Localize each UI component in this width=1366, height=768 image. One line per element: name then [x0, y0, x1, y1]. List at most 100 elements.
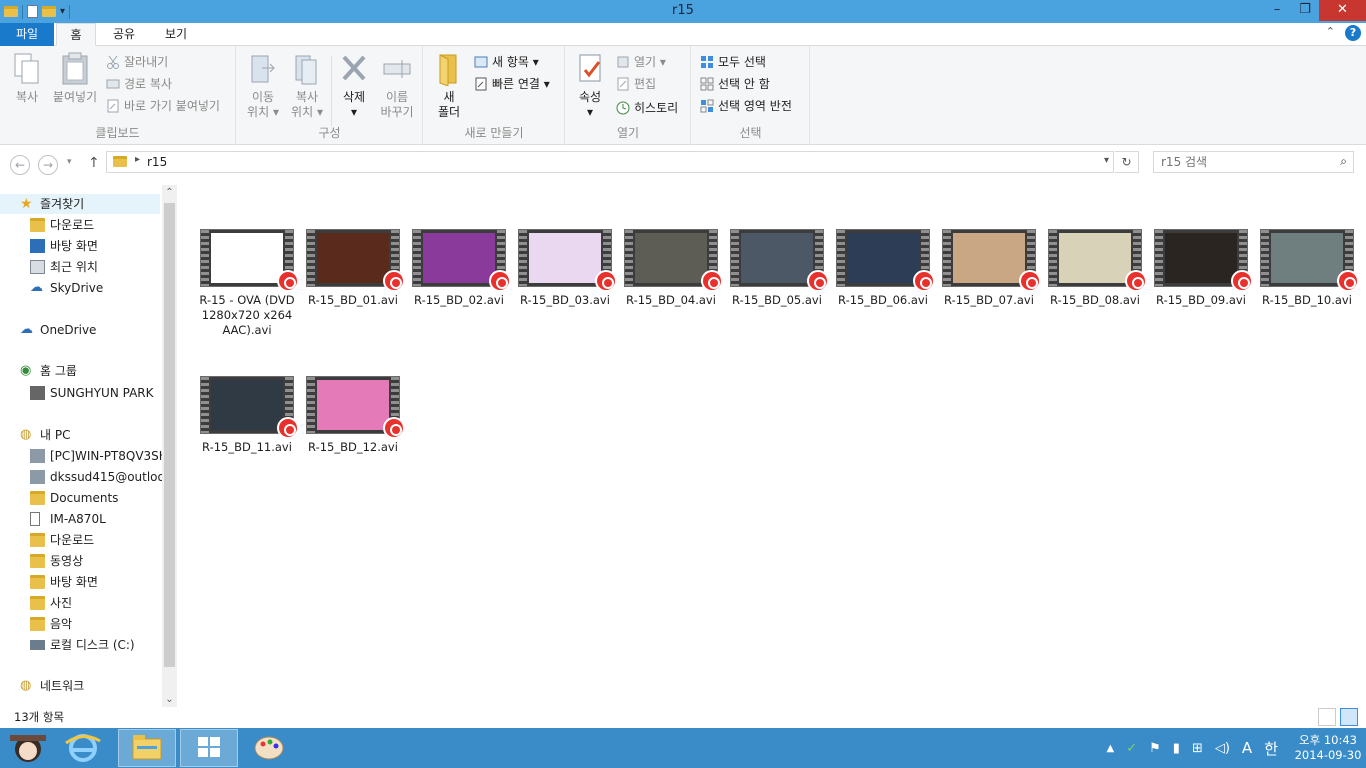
device-tray-icon[interactable]: ▮ [1173, 741, 1180, 756]
up-arrow-icon[interactable]: ↑ [88, 155, 100, 171]
close-button[interactable]: ✕ [1319, 0, 1366, 21]
file-item[interactable]: R-15_BD_01.avi [303, 229, 405, 308]
file-item[interactable]: R-15_BD_09.avi [1151, 229, 1253, 308]
nav-favorites[interactable]: ★ 즐겨찾기 [0, 194, 160, 214]
tab-view[interactable]: 보기 [156, 23, 196, 46]
ime-mode-indicator[interactable]: A [1242, 739, 1252, 757]
invert-selection-label: 선택 영역 반전 [718, 99, 792, 113]
clock[interactable]: 오후 10:43 2014-09-30 [1290, 733, 1366, 763]
invert-selection-button[interactable]: 선택 영역 반전 [698, 96, 792, 116]
nav-pc-item[interactable]: 음악 [30, 614, 162, 634]
maximize-button[interactable]: ❐ [1291, 0, 1319, 21]
file-item[interactable]: R-15 - OVA (DVD 1280x720 x264 AAC).avi [197, 229, 299, 338]
nav-onedrive[interactable]: ☁ OneDrive [20, 320, 160, 340]
tab-share[interactable]: 공유 [104, 23, 144, 46]
ribbon-collapse-icon[interactable]: ⌃ [1326, 25, 1335, 41]
start-screen-taskbar-button[interactable] [180, 729, 238, 767]
file-item[interactable]: R-15_BD_02.avi [409, 229, 511, 308]
file-item[interactable]: R-15_BD_07.avi [939, 229, 1041, 308]
delete-button[interactable]: 삭제 ▾ [335, 52, 373, 120]
file-item[interactable]: R-15_BD_05.avi [727, 229, 829, 308]
chevron-down-icon[interactable]: ▾ [1104, 155, 1109, 166]
properties-button[interactable]: 속성 ▾ [572, 52, 608, 120]
file-item[interactable]: R-15_BD_03.avi [515, 229, 617, 308]
file-item[interactable]: R-15_BD_12.avi [303, 376, 405, 455]
paste-shortcut-button[interactable]: 바로 가기 붙여넣기 [104, 96, 220, 116]
app-tray-icon[interactable]: ✓ [1126, 741, 1137, 756]
cut-button[interactable]: 잘라내기 [104, 52, 168, 72]
media-player-badge-icon [489, 270, 511, 292]
recent-locations-icon[interactable]: ▾ [67, 157, 72, 167]
show-hidden-icons-icon[interactable]: ▲ [1107, 743, 1115, 754]
details-view-icon[interactable] [1318, 708, 1336, 726]
select-none-icon [700, 77, 714, 91]
nav-fav-recent[interactable]: 최근 위치 [30, 257, 160, 277]
search-icon[interactable]: ⌕ [1340, 154, 1347, 169]
edit-button[interactable]: 편집 [614, 74, 656, 94]
nav-label: Documents [50, 491, 119, 505]
minimize-button[interactable]: – [1263, 0, 1291, 21]
easy-access-button[interactable]: 빠른 연결 ▾ [472, 74, 550, 94]
nav-pc-item[interactable]: 바탕 화면 [30, 572, 162, 592]
nav-homegroup-user[interactable]: SUNGHYUN PARK [30, 383, 160, 403]
rename-button[interactable]: 이름 바꾸기 [375, 52, 419, 120]
volume-icon[interactable]: ◁) [1215, 741, 1230, 756]
clipboard-group-label: 클립보드 [95, 126, 140, 140]
nav-this-pc[interactable]: ◍ 내 PC [20, 425, 160, 445]
scroll-thumb[interactable] [164, 203, 175, 667]
search-box[interactable]: ⌕ [1153, 151, 1354, 173]
nav-pc-item[interactable]: [PC]WIN-PT8QV3SH [30, 446, 162, 466]
scroll-up-arrow-icon[interactable]: ⌃ [162, 187, 177, 198]
nav-pc-item[interactable]: IM-A870L [30, 509, 162, 529]
open-button[interactable]: 열기 ▾ [614, 52, 666, 72]
select-none-button[interactable]: 선택 안 함 [698, 74, 770, 94]
new-folder-button[interactable]: 새 폴더 [432, 52, 466, 120]
nav-pc-item[interactable]: Documents [30, 488, 162, 508]
chevron-right-icon[interactable]: ▸ [135, 154, 140, 165]
nav-fav-desktop[interactable]: 바탕 화면 [30, 236, 160, 256]
network-tray-icon[interactable]: ⊞ [1192, 741, 1203, 756]
breadcrumb[interactable]: r15 [147, 155, 167, 169]
internet-explorer-icon[interactable] [58, 729, 116, 767]
copy-path-button[interactable]: 경로 복사 [104, 74, 172, 94]
file-item[interactable]: R-15_BD_04.avi [621, 229, 723, 308]
nav-pc-item[interactable]: 사진 [30, 593, 162, 613]
copy-to-button[interactable]: 복사 위치 ▾ [287, 52, 327, 120]
copy-button[interactable]: 복사 [8, 52, 46, 105]
large-icons-view-icon[interactable] [1340, 708, 1358, 726]
nav-homegroup[interactable]: ◉ 홈 그룹 [20, 361, 160, 381]
forward-button[interactable]: → [38, 155, 58, 175]
file-item[interactable]: R-15_BD_10.avi [1257, 229, 1359, 308]
nav-pc-item[interactable]: 로컬 디스크 (C:) [30, 635, 162, 655]
file-item[interactable]: R-15_BD_08.avi [1045, 229, 1147, 308]
scroll-down-arrow-icon[interactable]: ⌄ [162, 694, 177, 705]
file-item[interactable]: R-15_BD_06.avi [833, 229, 935, 308]
help-icon[interactable]: ? [1345, 25, 1361, 41]
address-bar[interactable]: ▸ r15 ▾ [106, 151, 1114, 173]
history-button[interactable]: 히스토리 [614, 98, 678, 118]
tab-home[interactable]: 홈 [56, 23, 96, 46]
refresh-button[interactable]: ↻ [1115, 151, 1139, 173]
nav-scrollbar[interactable]: ⌃ ⌄ [162, 185, 177, 707]
nav-fav-skydrive[interactable]: ☁ SkyDrive [30, 278, 160, 298]
new-item-button[interactable]: 새 항목 ▾ [472, 52, 539, 72]
nav-pc-item[interactable]: dkssud415@outlook [30, 467, 162, 487]
start-character-icon[interactable] [2, 729, 60, 767]
file-explorer-taskbar-button[interactable] [118, 729, 176, 767]
ime-language-indicator[interactable]: 한 [1264, 738, 1278, 759]
paint-icon[interactable] [240, 729, 298, 767]
taskbar: ▲ ✓ ⚑ ▮ ⊞ ◁) A 한 오후 10:43 2014-09-30 [0, 728, 1366, 768]
action-center-icon[interactable]: ⚑ [1149, 741, 1161, 756]
move-to-button[interactable]: 이동 위치 ▾ [243, 52, 283, 120]
tab-file[interactable]: 파일 [0, 23, 54, 46]
file-item[interactable]: R-15_BD_11.avi [197, 376, 299, 455]
search-input[interactable] [1154, 152, 1324, 172]
nav-fav-downloads[interactable]: 다운로드 [30, 215, 160, 235]
paste-button[interactable]: 붙여넣기 [50, 52, 100, 105]
nav-pc-item[interactable]: 동영상 [30, 551, 162, 571]
nav-network[interactable]: ◍ 네트워크 [20, 676, 160, 696]
select-all-button[interactable]: 모두 선택 [698, 52, 766, 72]
back-button[interactable]: ← [10, 155, 30, 175]
nav-pc-item[interactable]: 다운로드 [30, 530, 162, 550]
file-name: R-15_BD_01.avi [308, 293, 398, 307]
